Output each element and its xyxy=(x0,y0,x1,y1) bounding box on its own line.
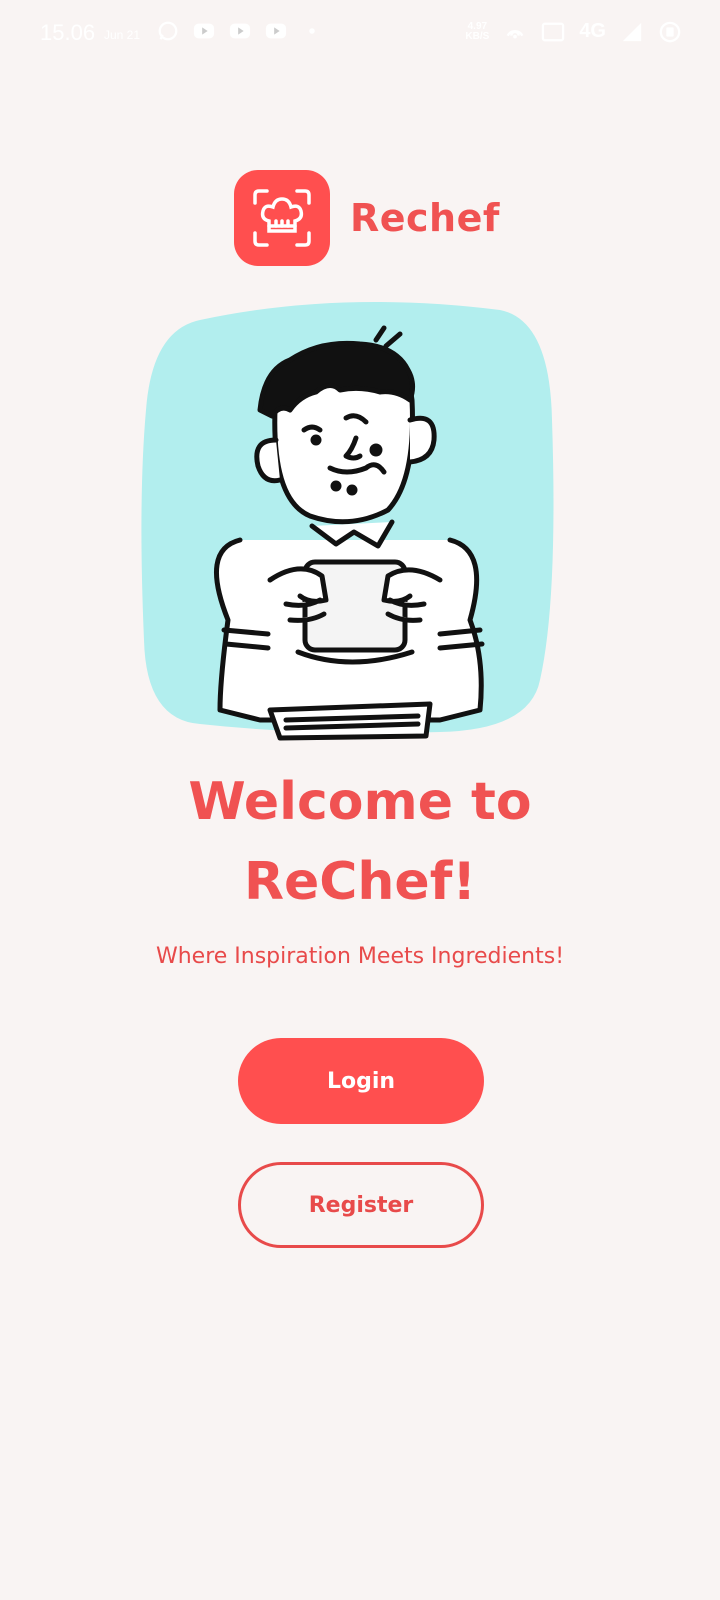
login-button[interactable]: Login xyxy=(238,1038,484,1124)
hotspot-icon xyxy=(506,29,524,38)
battery-icon xyxy=(659,21,681,42)
hero-illustration xyxy=(141,302,554,741)
login-button-label: Login xyxy=(326,1068,396,1094)
register-button-label: Register xyxy=(308,1192,414,1218)
network-type: 4G xyxy=(579,20,606,42)
dot-icon xyxy=(309,28,315,34)
welcome-line-2: ReChef! xyxy=(243,852,477,912)
welcome-line-1: Welcome to xyxy=(188,772,532,832)
signal-icon xyxy=(622,22,642,41)
speed-icon: 4.97 KB/S xyxy=(465,20,490,42)
welcome-heading: Welcome to ReChef! xyxy=(0,762,720,922)
app-logo xyxy=(234,170,330,266)
youtube-icon xyxy=(229,23,251,39)
status-time: 15.06 xyxy=(40,20,96,45)
youtube-icon xyxy=(265,23,287,39)
chef-hat-scan-icon xyxy=(253,189,311,247)
tagline: Where Inspiration Meets Ingredients! xyxy=(155,944,565,969)
volte-icon xyxy=(542,22,565,41)
brand-header: Rechef xyxy=(234,170,500,266)
status-bar: 15.06 Jun 21 4.97 KB/S 4G xyxy=(0,0,720,70)
status-date: Jun 21 xyxy=(104,28,141,42)
system-icons: 4.97 KB/S 4G xyxy=(465,20,682,43)
register-button[interactable]: Register xyxy=(238,1162,484,1248)
notification-icons xyxy=(156,20,324,42)
whatsapp-icon xyxy=(158,21,178,41)
youtube-icon xyxy=(193,23,215,39)
app-name: Rechef xyxy=(350,196,500,240)
